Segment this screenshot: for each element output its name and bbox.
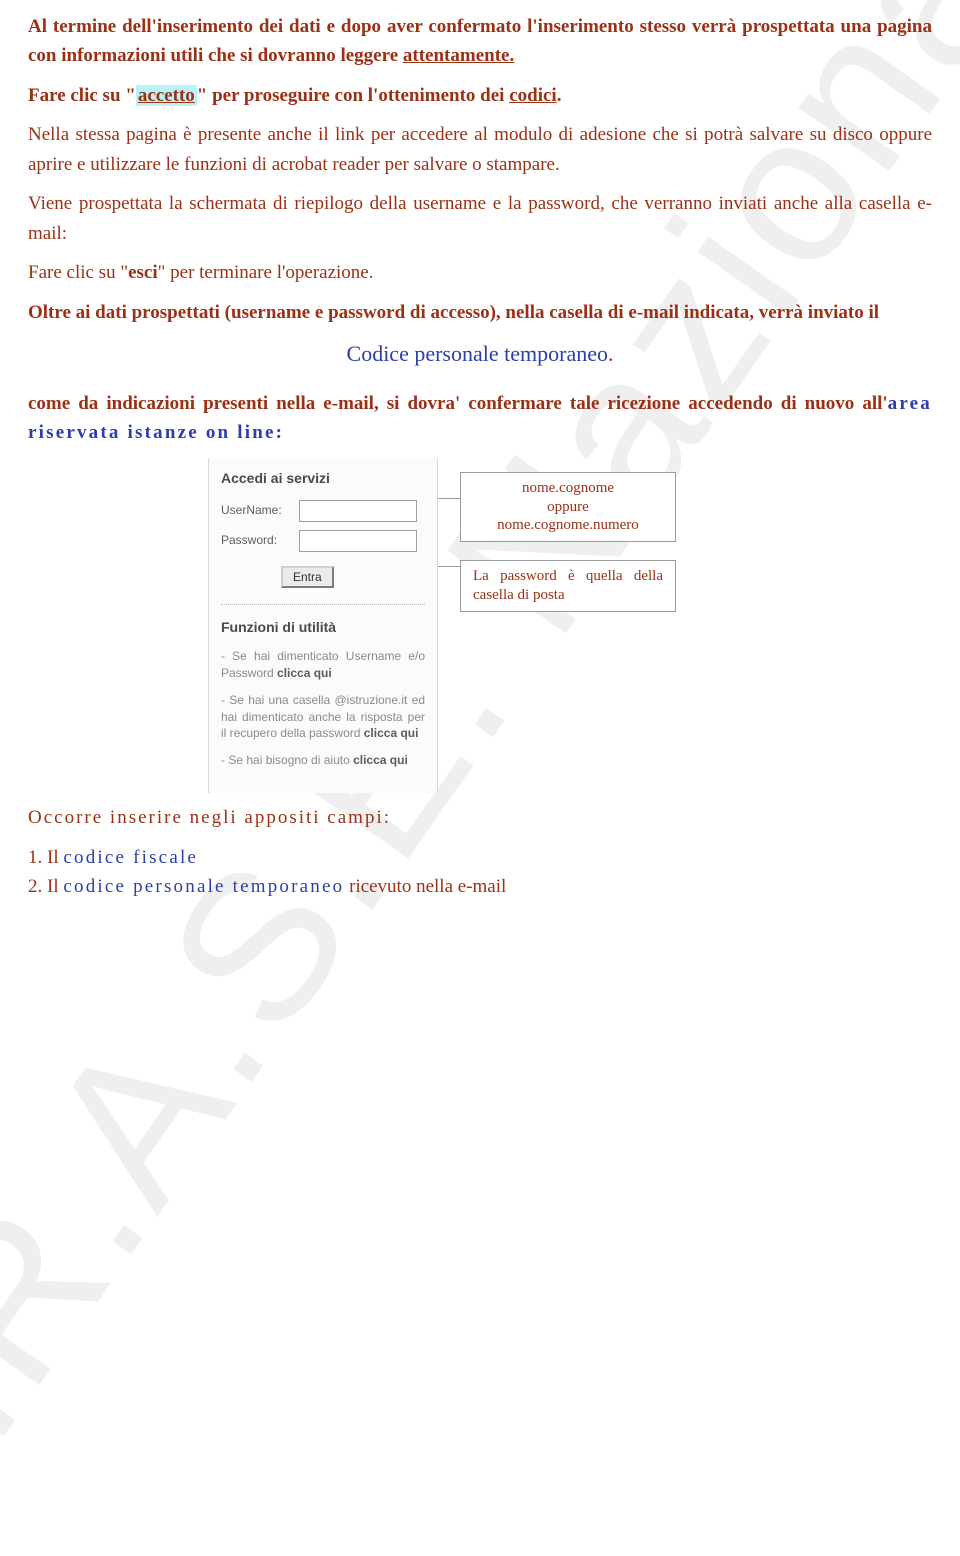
util-item-3: - Se hai bisogno di aiuto clicca qui — [221, 752, 425, 769]
c1-line2: oppure — [547, 499, 589, 515]
p1-underlined: attentamente. — [403, 45, 514, 66]
u3-link[interactable]: clicca qui — [353, 753, 408, 767]
callouts-column: nome.cognome oppure nome.cognome.numero … — [460, 458, 676, 612]
p7a: come da indicazioni presenti nella e-mai… — [28, 393, 888, 414]
util-item-2: - Se hai una casella @istruzione.it ed h… — [221, 692, 425, 742]
callout-password-note: La password è quella della casella di po… — [460, 560, 676, 612]
paragraph-4: Viene prospettata la schermata di riepil… — [28, 189, 932, 248]
paragraph-5: Fare clic su "esci" per terminare l'oper… — [28, 258, 932, 287]
footer-item-1: 1. Il codice fiscale — [28, 843, 932, 872]
entra-button[interactable]: Entra — [281, 566, 334, 588]
footer-head: Occorre inserire negli appositi campi: — [28, 803, 932, 832]
u1-link[interactable]: clicca qui — [277, 666, 332, 680]
p5-esci: esci — [128, 262, 158, 283]
password-label: Password: — [221, 531, 293, 550]
centered-dot: . — [608, 341, 614, 366]
centered-text: Codice personale temporaneo — [347, 341, 608, 366]
util-item-1: - Se hai dimenticato Username e/o Passwo… — [221, 648, 425, 682]
centered-codice: Codice personale temporaneo. — [28, 337, 932, 371]
login-title: Accedi ai servizi — [221, 468, 425, 490]
document-body: Al termine dell'inserimento dei dati e d… — [28, 12, 932, 901]
username-label: UserName: — [221, 501, 293, 520]
u3a: - Se hai bisogno di aiuto — [221, 753, 353, 767]
l2c: ricevuto nella e-mail — [344, 876, 506, 897]
p5c: " per terminare l'operazione. — [158, 262, 374, 283]
paragraph-7: come da indicazioni presenti nella e-mai… — [28, 389, 932, 448]
footer-item-2: 2. Il codice personale temporaneo ricevu… — [28, 872, 932, 901]
login-row: Accedi ai servizi UserName: Password: En… — [208, 458, 932, 793]
u2-link[interactable]: clicca qui — [364, 726, 419, 740]
util-block: - Se hai dimenticato Username e/o Passwo… — [221, 648, 425, 769]
p2c: " per proseguire con l'ottenimento dei — [197, 85, 509, 106]
p2-highlight-accetto: accetto — [136, 85, 197, 106]
paragraph-6: Oltre ai dati prospettati (username e pa… — [28, 298, 932, 327]
paragraph-1: Al termine dell'inserimento dei dati e d… — [28, 12, 932, 71]
l1-codice-fiscale: codice fiscale — [63, 847, 198, 868]
p2a: Fare clic su " — [28, 85, 136, 106]
l2a: 2. Il — [28, 876, 63, 897]
l1a: 1. Il — [28, 847, 63, 868]
paragraph-2: Fare clic su "accetto" per proseguire co… — [28, 81, 932, 110]
p5a: Fare clic su " — [28, 262, 128, 283]
p2-underlined-codici: codici — [509, 85, 557, 106]
password-row: Password: — [221, 530, 425, 552]
password-input[interactable] — [299, 530, 417, 552]
util-title: Funzioni di utilità — [221, 617, 425, 639]
p2e: . — [557, 85, 562, 106]
l2-codice-personale: codice personale temporaneo — [63, 876, 344, 897]
callout-username-format: nome.cognome oppure nome.cognome.numero — [460, 472, 676, 542]
c1-line1: nome.cognome — [522, 480, 614, 496]
paragraph-3: Nella stessa pagina è presente anche il … — [28, 120, 932, 179]
panel-divider — [221, 604, 425, 605]
login-panel: Accedi ai servizi UserName: Password: En… — [208, 458, 438, 793]
username-row: UserName: — [221, 500, 425, 522]
c1-line3: nome.cognome.numero — [497, 517, 639, 533]
username-input[interactable] — [299, 500, 417, 522]
